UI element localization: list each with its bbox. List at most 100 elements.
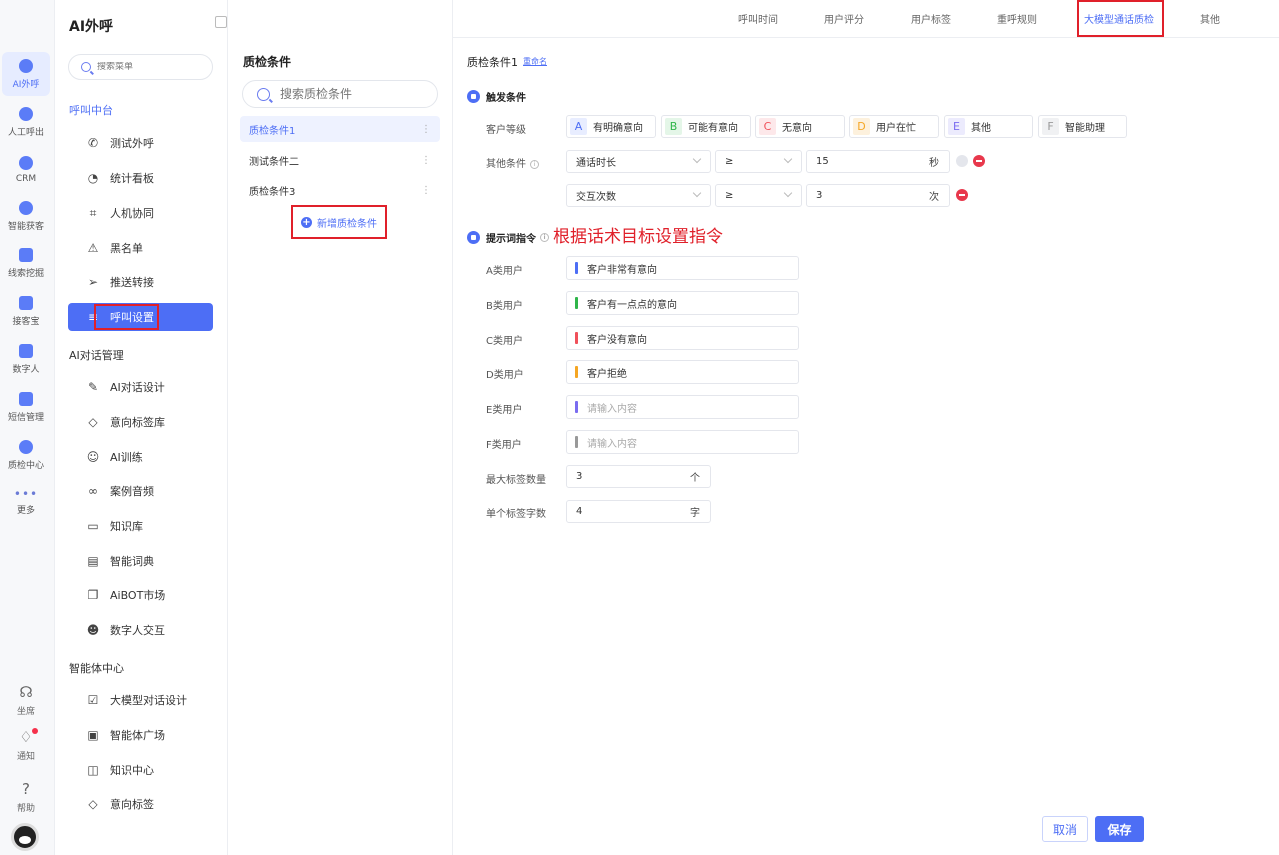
menu-search-input[interactable] xyxy=(97,62,197,72)
add-condition-label: 新增质检条件 xyxy=(317,218,377,230)
nav-item-test-call[interactable]: ✆ 测试外呼 xyxy=(68,129,213,157)
nav-item-label: 意向标签库 xyxy=(110,416,165,429)
more-vertical-icon[interactable]: ⋮ xyxy=(421,185,431,196)
quality-icon xyxy=(19,439,33,454)
prompt-label: A类用户 xyxy=(486,266,523,277)
trigger-title: 触发条件 xyxy=(486,93,526,104)
prompt-input-a[interactable]: 客户非常有意向 xyxy=(566,256,799,280)
nav-item-intent-tags[interactable]: ◇ 意向标签库 xyxy=(68,408,213,436)
nav-item-label: AI对话设计 xyxy=(110,381,165,394)
prompt-input-d[interactable]: 客户拒绝 xyxy=(566,360,799,384)
nav-item-knowledge-base[interactable]: ▭ 知识库 xyxy=(68,512,213,540)
remove-rule-icon[interactable] xyxy=(973,155,985,167)
nav-item-llm-dialog[interactable]: ☑ 大模型对话设计 xyxy=(68,686,213,714)
nav-item-intent-label[interactable]: ◇ 意向标签 xyxy=(68,790,213,818)
nav-item-dashboard[interactable]: ◔ 统计看板 xyxy=(68,164,213,192)
rule-value-input[interactable]: 3次 xyxy=(806,184,950,207)
grade-option-e[interactable]: E 其他 xyxy=(944,115,1033,138)
more-vertical-icon[interactable]: ⋮ xyxy=(421,124,431,135)
rail-item-quality[interactable]: 质检中心 xyxy=(2,433,50,477)
cancel-button[interactable]: 取消 xyxy=(1042,816,1088,842)
prompt-icon xyxy=(467,231,480,244)
remove-rule-icon[interactable] xyxy=(956,189,968,201)
grade-option-b[interactable]: B 可能有意向 xyxy=(661,115,751,138)
nav-item-blacklist[interactable]: ⚠ 黑名单 xyxy=(68,234,213,262)
prompt-input-b[interactable]: 客户有一点点的意向 xyxy=(566,291,799,315)
collapse-menu-icon[interactable] xyxy=(215,16,227,28)
rail-item-reception[interactable]: 接客宝 xyxy=(2,289,50,333)
tab-other[interactable]: 其他 xyxy=(1200,11,1220,26)
nav-item-agent-plaza[interactable]: ▣ 智能体广场 xyxy=(68,721,213,749)
tab-call-time[interactable]: 呼叫时间 xyxy=(738,11,778,26)
nav-item-call-settings[interactable]: ≡ 呼叫设置 xyxy=(68,303,213,331)
chevron-down-icon xyxy=(692,188,702,198)
nav-item-ai-training[interactable]: ☺ AI训练 xyxy=(68,443,213,471)
condition-item[interactable]: 质检条件1 ⋮ xyxy=(240,116,440,142)
rail-item-lead-mining[interactable]: 线索挖掘 xyxy=(2,241,50,285)
condition-item[interactable]: 测试条件二 ⋮ xyxy=(240,147,440,173)
side-nav: AI外呼 呼叫中台 ✆ 测试外呼 ◔ 统计看板 ⌗ 人机协同 ⚠ 黑名单 ➢ 推送转接 ≡… xyxy=(55,0,228,855)
rail-help[interactable]: ? 帮助 xyxy=(2,780,50,814)
grade-option-a[interactable]: A 有明确意向 xyxy=(566,115,656,138)
rule-field-select[interactable]: 交互次数 xyxy=(566,184,711,207)
tab-user-tags[interactable]: 用户标签 xyxy=(911,11,951,26)
nav-item-label: 意向标签 xyxy=(110,798,154,811)
archive-icon: ▣ xyxy=(87,728,99,742)
add-rule-icon[interactable] xyxy=(956,155,968,167)
max-tags-input[interactable]: 3个 xyxy=(566,465,711,488)
conditions-search-input[interactable] xyxy=(280,87,420,101)
nav-item-knowledge-center[interactable]: ◫ 知识中心 xyxy=(68,756,213,784)
user-avatar[interactable] xyxy=(11,823,39,851)
grade-option-f[interactable]: F 智能助理 xyxy=(1038,115,1127,138)
prompt-input-c[interactable]: 客户没有意向 xyxy=(566,326,799,350)
rail-item-acquisition[interactable]: 智能获客 xyxy=(2,194,50,238)
nav-item-aibot-market[interactable]: ❐ AiBOT市场 xyxy=(68,581,213,609)
rail-item-more[interactable]: ••• 更多 xyxy=(2,480,50,524)
nav-item-dictionary[interactable]: ▤ 智能词典 xyxy=(68,547,213,575)
nav-item-digital-human-interact[interactable]: ☻ 数字人交互 xyxy=(68,616,213,644)
rail-bottom-label: 坐席 xyxy=(16,707,35,717)
check-square-icon: ☑ xyxy=(87,693,99,707)
tag-chars-input[interactable]: 4字 xyxy=(566,500,711,523)
prompt-value: 客户没有意向 xyxy=(587,334,647,346)
tab-user-score[interactable]: 用户评分 xyxy=(824,11,864,26)
grade-option-d[interactable]: D 用户在忙 xyxy=(849,115,939,138)
rail-item-manual-call[interactable]: 人工呼出 xyxy=(2,100,50,144)
nav-item-human-ai[interactable]: ⌗ 人机协同 xyxy=(68,199,213,227)
rail-item-sms[interactable]: 短信管理 xyxy=(2,385,50,429)
menu-search[interactable] xyxy=(68,54,213,80)
more-icon: ••• xyxy=(13,486,39,501)
rail-item-digital-human[interactable]: 数字人 xyxy=(2,337,50,381)
grade-option-c[interactable]: C 无意向 xyxy=(755,115,845,138)
app-rail: AI外呼 人工呼出 CRM 智能获客 线索挖掘 接客宝 数字人 短信管理 质检中… xyxy=(0,0,55,855)
prompt-input-e[interactable]: 请输入内容 xyxy=(566,395,799,419)
windows-icon: ❐ xyxy=(87,588,99,602)
conditions-search[interactable] xyxy=(242,80,438,108)
rail-item-label: 更多 xyxy=(16,505,35,516)
rule-field-select[interactable]: 通话时长 xyxy=(566,150,711,173)
rule-operator-select[interactable]: ≥ xyxy=(715,184,802,207)
grade-letter: B xyxy=(665,118,682,135)
info-icon[interactable]: i xyxy=(540,233,549,242)
rule-unit: 秒 xyxy=(929,158,939,169)
rule-operator-select[interactable]: ≥ xyxy=(715,150,802,173)
add-condition-button[interactable]: + 新增质检条件 xyxy=(291,205,387,239)
rail-notifications[interactable]: ♢ 通知 xyxy=(2,728,50,762)
nav-item-case-audio[interactable]: ∞ 案例音频 xyxy=(68,477,213,505)
prompt-placeholder: 请输入内容 xyxy=(587,403,637,415)
tab-recall-rules[interactable]: 重呼规则 xyxy=(997,11,1037,26)
rail-item-crm[interactable]: CRM xyxy=(2,148,50,192)
condition-item[interactable]: 质检条件3 ⋮ xyxy=(240,177,440,203)
prompt-input-f[interactable]: 请输入内容 xyxy=(566,430,799,454)
more-vertical-icon[interactable]: ⋮ xyxy=(421,155,431,166)
info-icon[interactable]: i xyxy=(530,159,539,169)
nav-item-ai-dialog[interactable]: ✎ AI对话设计 xyxy=(68,373,213,401)
rail-agent[interactable]: ☊ 坐席 xyxy=(2,683,50,717)
rule-value-input[interactable]: 15 秒 xyxy=(806,150,950,173)
prompt-section-header: 提示词指令 i xyxy=(467,230,549,245)
monitor-icon: ▭ xyxy=(87,519,99,533)
save-button[interactable]: 保存 xyxy=(1095,816,1144,842)
nav-item-push-transfer[interactable]: ➢ 推送转接 xyxy=(68,268,213,296)
rail-item-ai-outbound[interactable]: AI外呼 xyxy=(2,52,50,96)
rename-link[interactable]: 重命名 xyxy=(523,56,547,67)
